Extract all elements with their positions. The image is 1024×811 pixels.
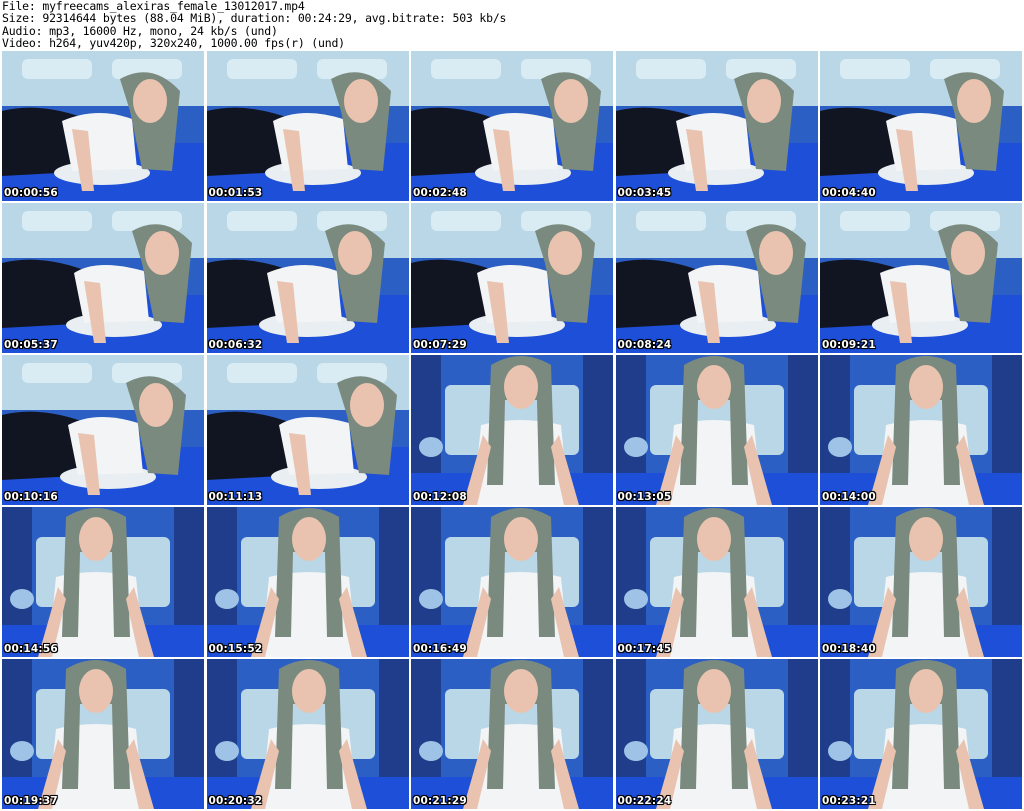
video-thumbnail: 00:04:40: [820, 51, 1022, 201]
thumbnail-timestamp: 00:10:16: [4, 491, 58, 503]
info-header: File: myfreecams_alexiras_female_1301201…: [2, 0, 1022, 50]
video-thumbnail: 00:13:05: [615, 355, 818, 505]
video-thumbnail: 00:18:40: [820, 507, 1022, 657]
video-thumbnail: 00:10:16: [2, 355, 204, 505]
video-thumbnail: 00:07:29: [411, 203, 613, 353]
thumbnail-timestamp: 00:15:52: [208, 643, 263, 655]
thumbnail-frame: [2, 355, 204, 505]
video-thumbnail: 00:23:21: [820, 659, 1022, 809]
thumbnail-timestamp: 00:19:37: [4, 795, 58, 807]
thumbnail-timestamp: 00:08:24: [617, 339, 672, 351]
video-thumbnail: 00:03:45: [615, 51, 818, 201]
thumbnail-frame: [2, 659, 204, 809]
thumbnail-timestamp: 00:02:48: [413, 187, 467, 199]
video-thumbnail: 00:09:21: [820, 203, 1022, 353]
thumbnail-frame: [615, 355, 818, 505]
video-thumbnail: 00:02:48: [411, 51, 613, 201]
thumbnail-frame: [820, 507, 1022, 657]
video-thumbnail: 00:01:53: [206, 51, 409, 201]
thumbnail-frame: [411, 659, 613, 809]
video-thumbnail: 00:00:56: [2, 51, 204, 201]
thumbnail-frame: [206, 659, 409, 809]
video-thumbnail: 00:16:49: [411, 507, 613, 657]
thumbnail-timestamp: 00:14:56: [4, 643, 58, 655]
thumbnail-timestamp: 00:21:29: [413, 795, 467, 807]
file-size: Size: 92314644 bytes (88.04 MiB), durati…: [2, 11, 507, 26]
thumbnail-timestamp: 00:04:40: [822, 187, 876, 199]
thumbnail-frame: [206, 507, 409, 657]
thumbnail-timestamp: 00:00:56: [4, 187, 58, 199]
video-thumbnail: 00:14:56: [2, 507, 204, 657]
thumbnail-frame: [206, 203, 409, 353]
video-thumbnail: 00:05:37: [2, 203, 204, 353]
thumbnail-frame: [615, 51, 818, 201]
video-thumbnail: 00:12:08: [411, 355, 613, 505]
thumbnail-timestamp: 00:22:24: [617, 795, 672, 807]
video-thumbnail: 00:20:32: [206, 659, 409, 809]
thumbnail-frame: [2, 51, 204, 201]
thumbnail-frame: [411, 203, 613, 353]
video-thumbnail: 00:11:13: [206, 355, 409, 505]
thumbnail-timestamp: 00:07:29: [413, 339, 467, 351]
thumbnail-timestamp: 00:01:53: [208, 187, 263, 199]
thumbnail-grid: 00:00:56 00:01:53 00:02:48 00:03:45 00:0…: [2, 51, 1022, 809]
thumbnail-timestamp: 00:17:45: [617, 643, 672, 655]
thumbnail-timestamp: 00:23:21: [822, 795, 876, 807]
video-thumbnail: 00:08:24: [615, 203, 818, 353]
thumbnail-frame: [411, 355, 613, 505]
thumbnail-frame: [206, 51, 409, 201]
thumbnail-frame: [820, 355, 1022, 505]
thumbnail-frame: [615, 659, 818, 809]
thumbnail-frame: [2, 203, 204, 353]
video-thumbnail: 00:06:32: [206, 203, 409, 353]
thumbnail-timestamp: 00:18:40: [822, 643, 876, 655]
video-thumbnail: 00:17:45: [615, 507, 818, 657]
video-thumbnail: 00:19:37: [2, 659, 204, 809]
video-info: Video: h264, yuv420p, 320x240, 1000.00 f…: [2, 36, 345, 51]
thumbnail-frame: [615, 507, 818, 657]
thumbnail-frame: [615, 203, 818, 353]
thumbnail-frame: [411, 51, 613, 201]
thumbnail-timestamp: 00:16:49: [413, 643, 467, 655]
thumbnail-timestamp: 00:05:37: [4, 339, 58, 351]
thumbnail-timestamp: 00:09:21: [822, 339, 876, 351]
video-thumbnail: 00:22:24: [615, 659, 818, 809]
video-thumbnail: 00:21:29: [411, 659, 613, 809]
thumbnail-timestamp: 00:03:45: [617, 187, 672, 199]
thumbnail-frame: [820, 659, 1022, 809]
video-thumbnail: 00:15:52: [206, 507, 409, 657]
thumbnail-frame: [820, 51, 1022, 201]
thumbnail-timestamp: 00:14:00: [822, 491, 876, 503]
thumbnail-frame: [820, 203, 1022, 353]
thumbnail-frame: [206, 355, 409, 505]
thumbnail-frame: [2, 507, 204, 657]
thumbnail-timestamp: 00:06:32: [208, 339, 263, 351]
thumbnail-frame: [411, 507, 613, 657]
video-thumbnail: 00:14:00: [820, 355, 1022, 505]
thumbnail-timestamp: 00:12:08: [413, 491, 467, 503]
thumbnail-timestamp: 00:13:05: [617, 491, 672, 503]
thumbnail-timestamp: 00:20:32: [208, 795, 263, 807]
thumbnail-timestamp: 00:11:13: [208, 491, 263, 503]
